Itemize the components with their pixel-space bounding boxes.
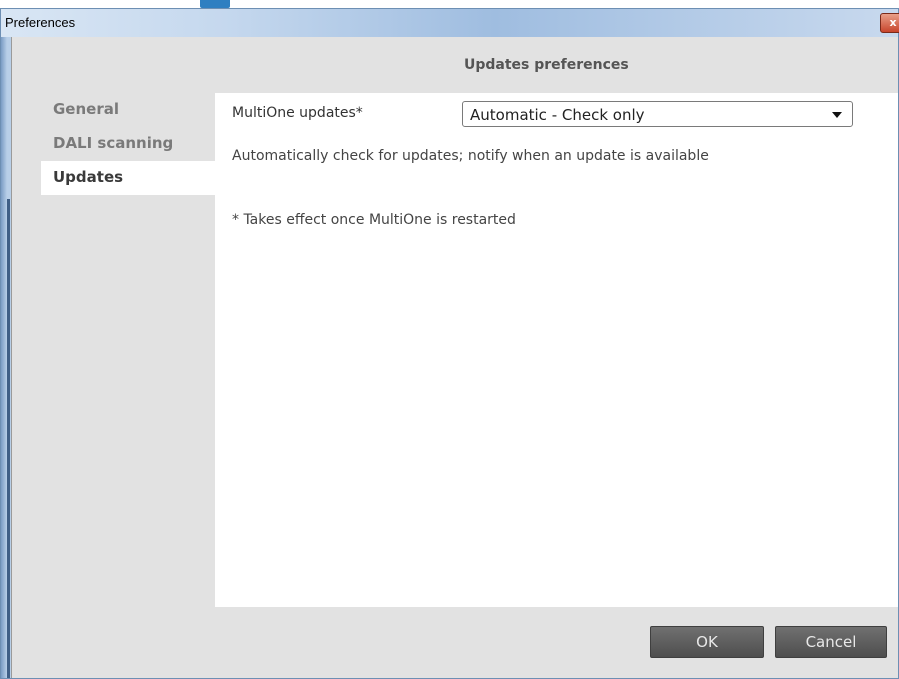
sidebar-item-updates[interactable]: Updates	[41, 161, 215, 195]
updates-panel: MultiOne updates* Automatic - Check only…	[215, 93, 898, 607]
window-title: Preferences	[5, 15, 76, 30]
restart-note: * Takes effect once MultiOne is restarte…	[232, 212, 516, 228]
sidebar-item-label: DALI scanning	[53, 134, 174, 152]
multione-updates-label: MultiOne updates*	[232, 105, 363, 121]
multione-updates-dropdown[interactable]: Automatic - Check only	[462, 101, 853, 127]
chevron-down-icon	[832, 112, 842, 118]
sidebar-item-label: Updates	[53, 168, 124, 186]
page-title: Updates preferences	[464, 57, 629, 73]
sidebar-item-general[interactable]: General	[41, 93, 215, 127]
preferences-dialog: Preferences x Updates preferences Genera…	[0, 8, 899, 679]
title-bar[interactable]: Preferences x	[1, 9, 899, 37]
preferences-header: Updates preferences	[12, 37, 898, 93]
window-frame-shadow	[7, 199, 10, 678]
sidebar-item-dali-scanning[interactable]: DALI scanning	[41, 127, 215, 161]
background-header-accent	[200, 0, 230, 8]
cancel-button[interactable]: Cancel	[775, 626, 887, 658]
update-mode-description: Automatically check for updates; notify …	[232, 148, 709, 164]
ok-button[interactable]: OK	[650, 626, 764, 658]
dropdown-selected-value: Automatic - Check only	[470, 106, 645, 124]
close-button[interactable]: x	[880, 13, 899, 33]
preferences-sidebar: General DALI scanning Updates	[41, 93, 215, 195]
sidebar-item-label: General	[53, 100, 119, 118]
dialog-client-area: Updates preferences General DALI scannin…	[11, 37, 898, 678]
close-icon: x	[889, 16, 897, 29]
